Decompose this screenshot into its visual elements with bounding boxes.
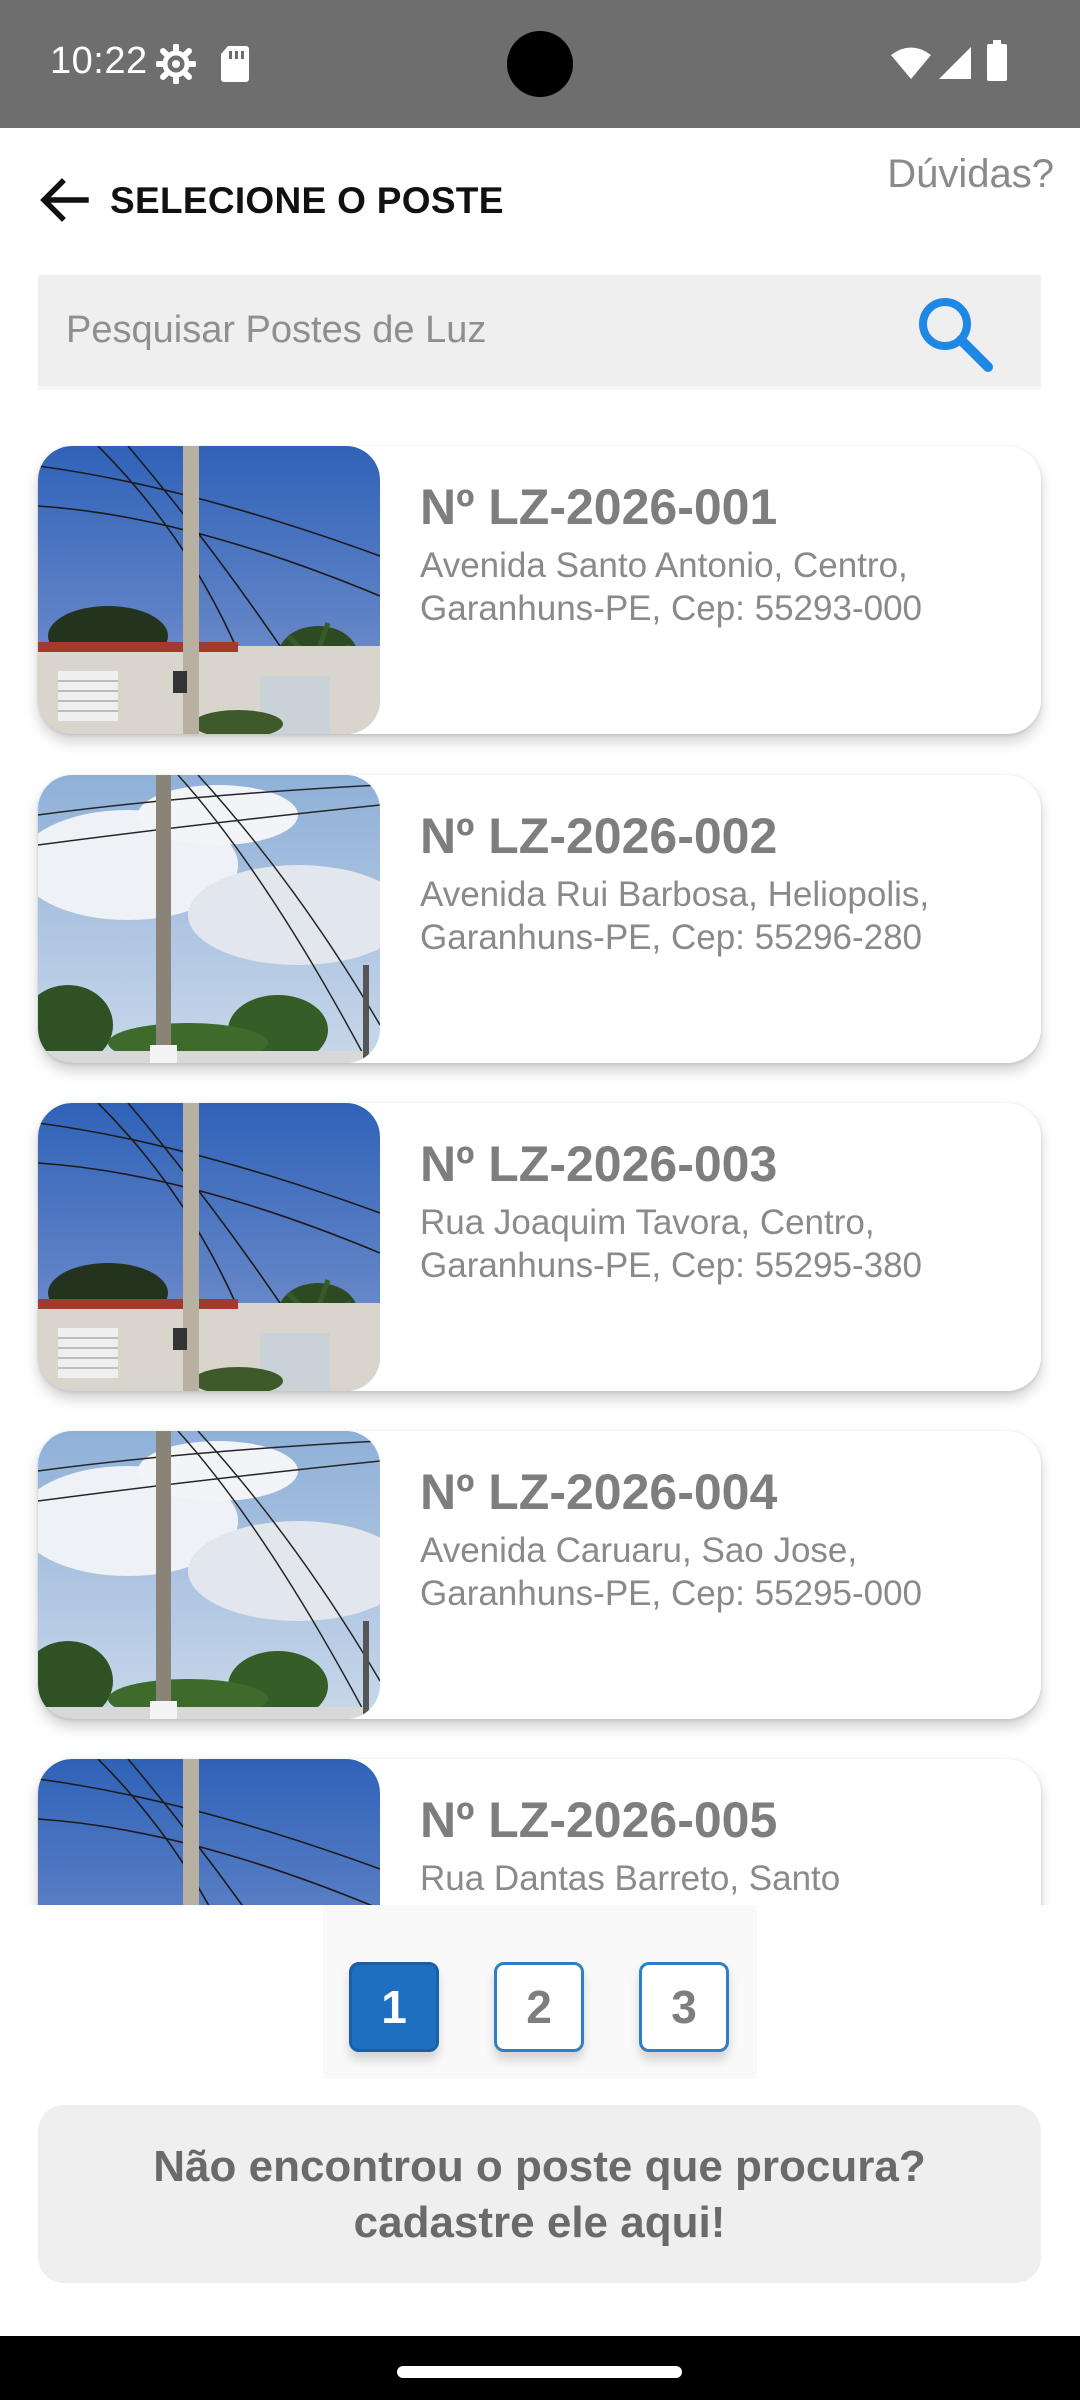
register-pole-button[interactable]: Não encontrou o poste que procura? cadas… <box>38 2105 1041 2283</box>
status-bar: 10:22 <box>0 0 1080 128</box>
pole-card[interactable]: Nº LZ-2026-005 Rua Dantas Barreto, Santo <box>38 1759 1041 1905</box>
settings-gear-icon <box>156 44 196 84</box>
pole-address: Avenida Santo Antonio, Centro, Garanhuns… <box>420 546 922 628</box>
page-button-3[interactable]: 3 <box>639 1962 729 2052</box>
search-bar <box>38 275 1041 390</box>
pole-photo <box>38 446 380 734</box>
page-button-1[interactable]: 1 <box>349 1962 439 2052</box>
page-button-2[interactable]: 2 <box>494 1962 584 2052</box>
pole-photo <box>38 1759 380 1905</box>
home-gesture-handle[interactable] <box>397 2366 682 2378</box>
pole-card[interactable]: Nº LZ-2026-001 Avenida Santo Antonio, Ce… <box>38 446 1041 734</box>
front-camera <box>507 31 573 97</box>
help-link[interactable]: Dúvidas? <box>887 152 1054 197</box>
register-text-line2: cadastre ele aqui! <box>353 2198 726 2247</box>
pole-number: Nº LZ-2026-004 <box>420 1464 778 1520</box>
wifi-icon <box>891 47 931 79</box>
pole-address: Avenida Rui Barbosa, Heliopolis, Garanhu… <box>420 875 930 957</box>
pagination: 1 2 3 <box>323 1905 757 2079</box>
pole-number: Nº LZ-2026-002 <box>420 808 778 864</box>
system-nav-bar <box>0 2336 1080 2400</box>
pole-number: Nº LZ-2026-001 <box>420 479 778 535</box>
signal-icon <box>939 47 971 79</box>
pole-list[interactable]: Nº LZ-2026-001 Avenida Santo Antonio, Ce… <box>0 445 1080 1905</box>
pole-address: Avenida Caruaru, Sao Jose, Garanhuns-PE,… <box>420 1531 922 1613</box>
back-arrow-icon[interactable] <box>36 172 92 228</box>
pole-address: Rua Dantas Barreto, Santo <box>420 1859 841 1898</box>
pole-card[interactable]: Nº LZ-2026-002 Avenida Rui Barbosa, Heli… <box>38 775 1041 1063</box>
battery-icon <box>987 40 1007 81</box>
sd-card-icon <box>221 46 249 82</box>
pole-number: Nº LZ-2026-003 <box>420 1136 778 1192</box>
pole-card[interactable]: Nº LZ-2026-003 Rua Joaquim Tavora, Centr… <box>38 1103 1041 1391</box>
pole-photo <box>38 1103 380 1391</box>
register-text-line1: Não encontrou o poste que procura? <box>153 2142 926 2191</box>
pole-address: Rua Joaquim Tavora, Centro, Garanhuns-PE… <box>420 1203 922 1285</box>
status-time: 10:22 <box>50 40 148 82</box>
pole-number: Nº LZ-2026-005 <box>420 1792 778 1848</box>
search-input[interactable] <box>66 275 906 386</box>
pole-photo <box>38 1431 380 1719</box>
search-icon[interactable] <box>912 291 996 375</box>
pole-photo <box>38 775 380 1063</box>
pole-card[interactable]: Nº LZ-2026-004 Avenida Caruaru, Sao Jose… <box>38 1431 1041 1719</box>
page-title: SELECIONE O POSTE <box>110 180 504 221</box>
